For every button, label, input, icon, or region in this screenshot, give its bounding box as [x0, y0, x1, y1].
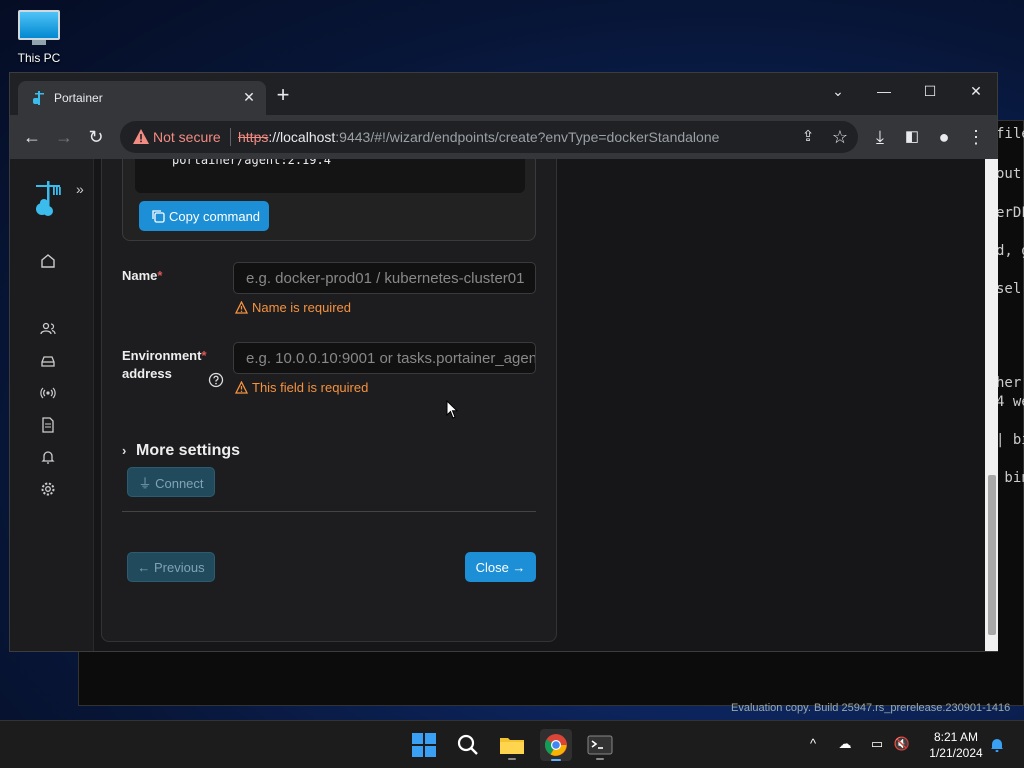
portainer-favicon-icon: [33, 91, 44, 105]
environment-address-error: This field is required: [234, 380, 368, 395]
arrow-right-icon: →: [508, 559, 526, 575]
scrollbar-thumb[interactable]: [988, 475, 996, 635]
file-explorer-icon[interactable]: [496, 729, 528, 761]
portainer-sidebar: »: [10, 159, 94, 651]
side-panel-icon[interactable]: ◧: [900, 125, 924, 149]
terminal-icon[interactable]: [584, 729, 616, 761]
more-settings-toggle[interactable]: › More settings: [122, 442, 240, 460]
taskbar: ^ ☁ ▭ 🔇 8:21 AM 1/21/2024: [0, 720, 1024, 768]
previous-button[interactable]: ← Previous: [127, 552, 215, 582]
evaluation-watermark: Evaluation copy. Build 25947.rs_prerelea…: [731, 702, 1011, 714]
chevron-up-icon[interactable]: ^: [804, 736, 822, 754]
environment-address-label: Environment* address: [122, 348, 207, 381]
close-tab-icon[interactable]: ✕: [240, 89, 258, 106]
profile-icon[interactable]: ●: [932, 125, 956, 149]
onedrive-icon[interactable]: ☁: [836, 736, 854, 754]
warning-icon: [234, 380, 249, 394]
settings-gear-icon[interactable]: [40, 481, 56, 497]
clock-time: 8:21 AM: [933, 730, 979, 744]
users-icon[interactable]: [40, 321, 56, 337]
logs-icon[interactable]: [40, 417, 56, 433]
copy-command-label: Copy command: [169, 209, 261, 224]
portainer-page: » portainer/agent:2.19.4 Copy command Na…: [10, 159, 985, 651]
expand-sidebar-icon[interactable]: »: [76, 181, 84, 197]
share-icon[interactable]: ⇪: [796, 125, 820, 149]
copy-icon: [152, 210, 165, 223]
tab-title: Portainer: [54, 91, 103, 105]
tab-search-button[interactable]: ⌄: [815, 77, 861, 105]
volume-muted-icon[interactable]: 🔇: [893, 736, 911, 754]
warning-icon: [234, 300, 249, 314]
command-box: portainer/agent:2.19.4 Copy command: [122, 159, 536, 241]
maximize-button[interactable]: ☐: [907, 77, 953, 105]
page-scrollbar[interactable]: [985, 159, 998, 651]
name-field-label: Name*: [122, 268, 163, 283]
browser-toolbar: ← → ↻ Not secure https://localhost:9443/…: [10, 115, 997, 159]
back-icon[interactable]: ←: [20, 125, 44, 149]
clock[interactable]: 8:21 AM 1/21/2024: [922, 729, 990, 761]
forward-icon[interactable]: →: [52, 125, 76, 149]
divider: [122, 511, 536, 512]
browser-window: Portainer ✕ + ⌄ — ☐ ✕ ← → ↻ Not secure h…: [9, 72, 998, 652]
notifications-bell-icon[interactable]: [40, 449, 56, 465]
mouse-cursor-icon: [446, 400, 458, 419]
download-icon[interactable]: ⤓: [868, 125, 892, 149]
connect-button[interactable]: ⏚ Connect: [127, 467, 215, 497]
windows-start-icon[interactable]: [408, 729, 440, 761]
environment-address-input[interactable]: [233, 342, 536, 374]
close-window-button[interactable]: ✕: [953, 77, 999, 105]
plug-icon: ⏚: [138, 475, 156, 491]
name-input[interactable]: [233, 262, 536, 294]
minimize-button[interactable]: —: [861, 77, 907, 105]
network-icon[interactable]: ▭: [868, 736, 886, 754]
address-bar[interactable]: Not secure https://localhost:9443/#!/wiz…: [120, 121, 858, 153]
this-pc-desktop-icon[interactable]: This PC: [14, 10, 64, 65]
environments-icon[interactable]: [40, 353, 56, 369]
clock-date: 1/21/2024: [929, 746, 983, 760]
this-pc-label: This PC: [17, 51, 61, 65]
search-icon[interactable]: [452, 729, 484, 761]
chrome-icon[interactable]: [540, 729, 572, 761]
chevron-right-icon: ›: [122, 443, 127, 458]
arrow-left-icon: ←: [137, 559, 155, 575]
close-button[interactable]: Close →: [465, 552, 536, 582]
new-tab-button[interactable]: +: [272, 84, 294, 107]
portainer-logo-icon[interactable]: [32, 181, 66, 219]
url-text[interactable]: https://localhost:9443/#!/wizard/endpoin…: [238, 129, 719, 145]
menu-kebab-icon[interactable]: ⋮: [964, 125, 988, 149]
edge-compute-icon[interactable]: [40, 385, 56, 401]
help-question-icon[interactable]: [208, 372, 224, 388]
warning-triangle-icon: [133, 129, 149, 144]
command-text: portainer/agent:2.19.4: [172, 159, 331, 167]
reload-icon[interactable]: ↻: [84, 125, 108, 149]
copy-command-button[interactable]: Copy command: [139, 201, 269, 231]
tab-portainer[interactable]: Portainer ✕: [18, 81, 266, 115]
not-secure-label[interactable]: Not secure: [153, 129, 221, 145]
command-code-block: portainer/agent:2.19.4: [135, 159, 525, 193]
name-error-message: Name is required: [234, 300, 351, 315]
tab-bar: Portainer ✕ + ⌄ — ☐ ✕: [10, 73, 997, 115]
wizard-panel: portainer/agent:2.19.4 Copy command Name…: [101, 159, 557, 642]
bookmark-star-icon[interactable]: ☆: [828, 125, 852, 149]
notification-bell-icon[interactable]: [988, 736, 1006, 754]
monitor-icon: [18, 10, 60, 40]
home-icon[interactable]: [40, 253, 56, 269]
